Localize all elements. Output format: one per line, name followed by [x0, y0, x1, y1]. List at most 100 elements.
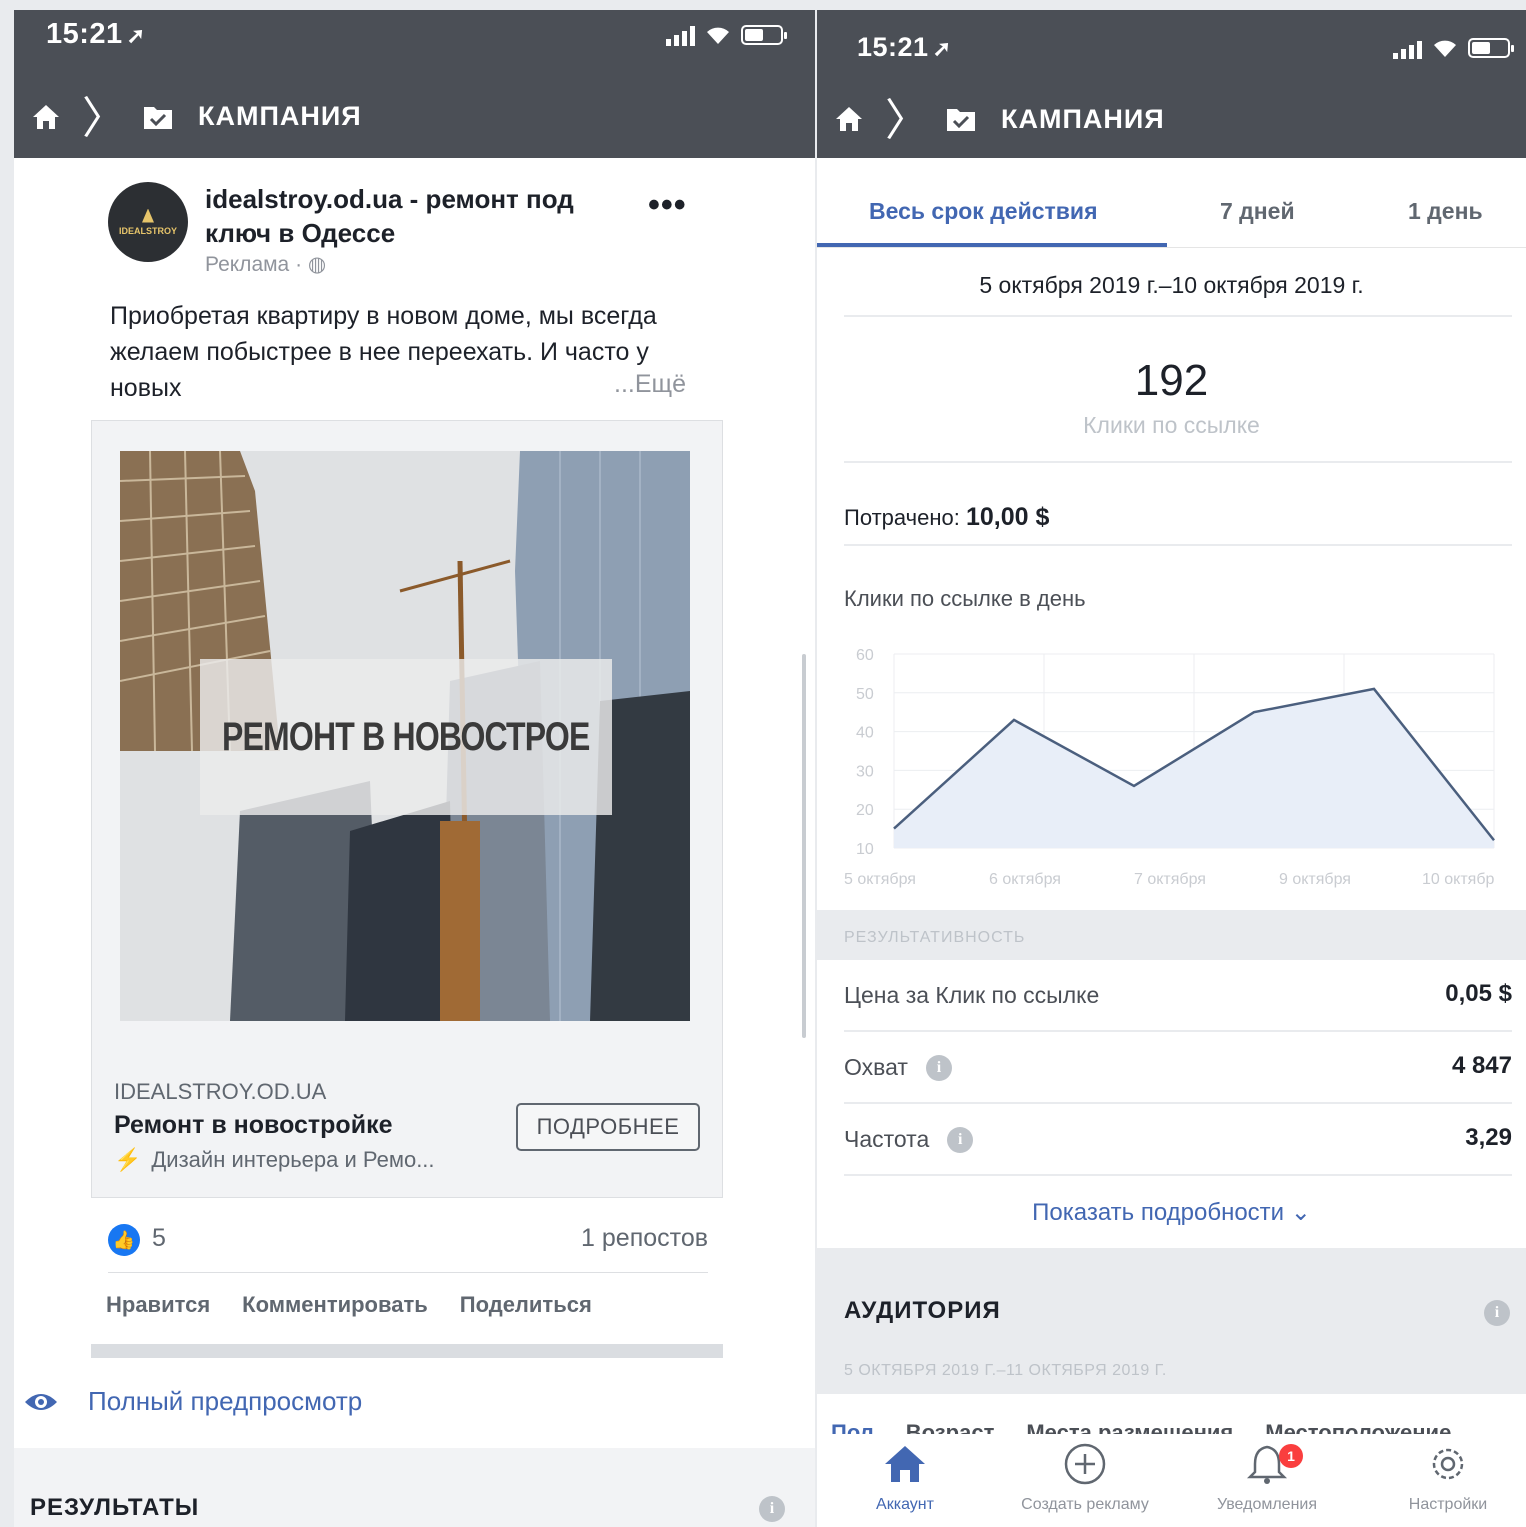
- logo-icon: [142, 208, 154, 223]
- y-tick-label: 50: [856, 686, 874, 703]
- divider: [844, 544, 1512, 546]
- page-title: КАМПАНИЯ: [198, 101, 362, 131]
- performance-title: РЕЗУЛЬТАТИВНОСТЬ: [844, 929, 1026, 946]
- active-tab-indicator: [817, 243, 1167, 247]
- shares-count[interactable]: 1 репостов: [581, 1224, 708, 1253]
- battery-icon: [741, 25, 787, 45]
- signal-icon: [1393, 37, 1422, 59]
- metric-label: Охват: [844, 1054, 908, 1080]
- status-bar: 15:21 ➚: [14, 10, 815, 75]
- nav-create-ad[interactable]: Создать рекламу: [1005, 1442, 1165, 1514]
- metric-value: 4 847: [1451, 1052, 1512, 1079]
- audience-date: 5 ОКТЯБРЯ 2019 Г.–11 ОКТЯБРЯ 2019 Г.: [844, 1362, 1167, 1379]
- full-preview-link[interactable]: Полный предпросмотр: [24, 1386, 362, 1417]
- campaign-stats-screen: 15:21 ➚ 〉 КАМПАНИЯ Весь срок действия 7 д…: [817, 10, 1526, 1527]
- plus-circle-icon: [1064, 1443, 1106, 1485]
- learn-more-button[interactable]: ПОДРОБНЕЕ: [516, 1103, 700, 1151]
- avatar-logo-text: IDEALSTROY: [118, 225, 177, 236]
- location-arrow-icon: ➚: [126, 23, 146, 48]
- tab-1-day[interactable]: 1 день: [1408, 198, 1483, 225]
- page-name[interactable]: idealstroy.od.ua - ремонт под ключ в Оде…: [205, 182, 635, 250]
- spent-label: Потрачено:: [844, 505, 960, 530]
- home-icon[interactable]: [835, 105, 863, 133]
- link-description: ⚡ Дизайн интерьера и Ремо...: [114, 1147, 435, 1173]
- show-details-link[interactable]: Показать подробности ⌄: [817, 1198, 1526, 1227]
- spent-value: 10,00 $: [965, 503, 1050, 531]
- more-options-icon[interactable]: •••: [648, 186, 687, 225]
- comment-button[interactable]: Комментировать: [242, 1292, 428, 1318]
- like-reaction-icon[interactable]: 👍: [108, 1224, 140, 1256]
- page-title: КАМПАНИЯ: [1001, 103, 1165, 134]
- nav-settings[interactable]: Настройки: [1368, 1442, 1526, 1514]
- like-count[interactable]: 5: [152, 1224, 166, 1253]
- y-tick-label: 30: [856, 763, 874, 780]
- globe-icon: ◍: [307, 253, 327, 276]
- chevron-down-icon: ⌄: [1290, 1199, 1311, 1226]
- link-card[interactable]: РЕМОНТ В НОВОСТРОЕ IDEALSTROY.OD.UA Ремо…: [91, 420, 723, 1198]
- home-icon[interactable]: [32, 103, 60, 131]
- see-more-link[interactable]: ...Ещё: [614, 370, 686, 399]
- top-nav: 〉 КАМПАНИЯ: [817, 80, 1526, 158]
- nav-account[interactable]: Аккаунт: [825, 1442, 985, 1514]
- post-actions: Нравится Комментировать Поделиться: [106, 1292, 592, 1318]
- link-description-text: Дизайн интерьера и Ремо...: [151, 1147, 435, 1172]
- divider: [844, 461, 1512, 463]
- reactions-row: 👍 5 1 репостов: [108, 1222, 708, 1262]
- clock: 15:21 ➚: [857, 32, 952, 63]
- post-footer-bar: [91, 1344, 723, 1358]
- scrollbar[interactable]: [802, 654, 806, 1038]
- link-clicks-label: Клики по ссылке: [1083, 412, 1260, 438]
- notification-badge: 1: [1279, 1444, 1303, 1468]
- info-icon[interactable]: i: [759, 1496, 785, 1522]
- location-arrow-icon: ➚: [932, 36, 952, 61]
- bottom-nav: Аккаунт Создать рекламу 1 Уведомления На…: [817, 1434, 1526, 1527]
- chart-title: Клики по ссылке в день: [844, 586, 1086, 611]
- metric-row-reach: Охват i 4 847: [844, 1032, 1512, 1104]
- ad-preview-screen: 15:21 ➚ 〉 КАМПАНИЯ IDEALSTROY idealstroy.…: [14, 10, 815, 1527]
- info-icon[interactable]: i: [1484, 1300, 1510, 1326]
- x-tick-label: 9 октября: [1279, 871, 1351, 888]
- link-domain: IDEALSTROY.OD.UA: [114, 1079, 327, 1104]
- divider: [844, 1174, 1512, 1176]
- clock-text: 15:21: [46, 18, 123, 50]
- avatar[interactable]: IDEALSTROY: [108, 182, 188, 262]
- metric-value: 0,05 $: [1445, 980, 1512, 1007]
- clock-text: 15:21: [857, 32, 929, 62]
- clock: 15:21 ➚: [46, 18, 146, 51]
- results-title: РЕЗУЛЬТАТЫ: [30, 1494, 200, 1521]
- sponsored-text: Реклама ·: [205, 253, 308, 276]
- like-button[interactable]: Нравится: [106, 1292, 210, 1318]
- metric-row-frequency: Частота i 3,29: [844, 1104, 1512, 1176]
- x-tick-label: 10 октябр: [1422, 871, 1494, 888]
- nav-label: Уведомления: [1216, 1496, 1318, 1513]
- top-nav: 〉 КАМПАНИЯ: [14, 75, 815, 158]
- tab-7-days[interactable]: 7 дней: [1220, 198, 1295, 225]
- link-title: Ремонт в новостройке: [114, 1111, 393, 1139]
- sponsored-label: Реклама · ◍: [205, 252, 326, 277]
- nav-label: Создать рекламу: [1021, 1496, 1149, 1513]
- full-preview-label: Полный предпросмотр: [88, 1386, 363, 1416]
- share-button[interactable]: Поделиться: [460, 1292, 592, 1318]
- info-icon[interactable]: i: [947, 1126, 974, 1153]
- show-details-label: Показать подробности: [1032, 1199, 1285, 1226]
- info-icon[interactable]: i: [925, 1054, 952, 1081]
- nav-notifications[interactable]: 1 Уведомления: [1187, 1442, 1347, 1514]
- breadcrumb-chevron-icon: 〉: [82, 93, 126, 143]
- divider: [844, 315, 1512, 317]
- date-range-tabs: Весь срок действия 7 дней 1 день: [817, 168, 1526, 248]
- signal-icon: [666, 24, 695, 46]
- campaign-folder-icon: [947, 109, 975, 131]
- link-clicks-value: 192: [1134, 356, 1209, 405]
- x-tick-label: 6 октября: [989, 871, 1061, 888]
- metric-value: 3,29: [1465, 1124, 1512, 1151]
- date-range: 5 октября 2019 г.–10 октября 2019 г.: [979, 272, 1364, 298]
- y-tick-label: 10: [856, 841, 874, 858]
- lightning-icon: ⚡: [114, 1147, 142, 1172]
- y-tick-label: 40: [856, 725, 874, 742]
- audience-title: АУДИТОРИЯ: [844, 1297, 1001, 1324]
- metric-label: Частота: [844, 1126, 930, 1152]
- tab-lifetime[interactable]: Весь срок действия: [869, 198, 1098, 225]
- battery-icon: [1468, 38, 1514, 58]
- metric-label: Цена за Клик по ссылке: [844, 982, 1100, 1008]
- y-tick-label: 60: [856, 647, 874, 664]
